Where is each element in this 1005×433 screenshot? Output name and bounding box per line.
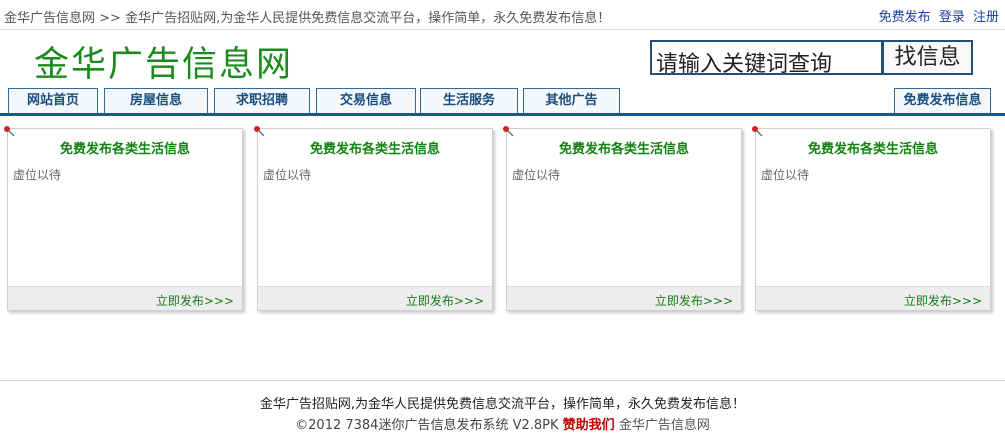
card-title: 免费发布各类生活信息 bbox=[807, 142, 938, 157]
card-body: 虚位以待 bbox=[263, 168, 312, 182]
footer-copyright: ©2012 7384迷你广告信息发布系统 V2.8PK 赞助我们 金华广告信息网 bbox=[0, 414, 1005, 433]
tab-other-ads[interactable]: 其他广告 bbox=[523, 88, 620, 114]
card-title: 免费发布各类生活信息 bbox=[309, 142, 440, 157]
footer-divider bbox=[0, 380, 1005, 381]
publish-now-link[interactable]: 立即发布>>> bbox=[904, 292, 982, 309]
tab-jobs[interactable]: 求职招聘 bbox=[214, 88, 310, 114]
card-footer: 立即发布>>> bbox=[8, 286, 242, 310]
tab-trade[interactable]: 交易信息 bbox=[316, 88, 416, 114]
nav-divider bbox=[0, 113, 1005, 116]
top-bar: 金华广告信息网 >> 金华广告招贴网,为金华人民提供免费信息交流平台，操作简单，… bbox=[0, 0, 1005, 30]
info-card: 免费发布各类生活信息 虚位以待 立即发布>>> bbox=[254, 126, 493, 311]
card-title: 免费发布各类生活信息 bbox=[59, 142, 190, 157]
sponsor-link[interactable]: 赞助我们 bbox=[563, 418, 615, 433]
account-links: 免费发布 登录 注册 bbox=[875, 6, 999, 25]
breadcrumb-home-link[interactable]: 金华广告信息网 bbox=[4, 11, 95, 26]
publish-now-link[interactable]: 立即发布>>> bbox=[655, 292, 733, 309]
breadcrumb: 金华广告信息网 >> 金华广告招贴网,为金华人民提供免费信息交流平台，操作简单，… bbox=[4, 7, 610, 26]
info-card: 免费发布各类生活信息 虚位以待 立即发布>>> bbox=[752, 126, 991, 311]
publish-now-link[interactable]: 立即发布>>> bbox=[156, 292, 234, 309]
search-input[interactable]: 请输入关键词查询 bbox=[650, 40, 883, 75]
info-card: 免费发布各类生活信息 虚位以待 立即发布>>> bbox=[4, 126, 243, 311]
copyright-text: ©2012 7384迷你广告信息发布系统 V2.8PK bbox=[295, 418, 559, 433]
pushpin-icon bbox=[752, 126, 763, 137]
publish-link[interactable]: 免费发布 bbox=[879, 10, 931, 25]
pushpin-icon bbox=[254, 126, 265, 137]
footer-description: 金华广告招贴网,为金华人民提供免费信息交流平台，操作简单，永久免费发布信息！ bbox=[259, 397, 746, 412]
tab-housing[interactable]: 房屋信息 bbox=[104, 88, 208, 114]
card-body: 虚位以待 bbox=[761, 168, 810, 182]
pushpin-icon bbox=[503, 126, 514, 137]
search-button[interactable]: 找信息 bbox=[883, 40, 973, 75]
site-logo[interactable]: 金华广告信息网 bbox=[34, 36, 293, 87]
pushpin-icon bbox=[4, 126, 15, 137]
login-link[interactable]: 登录 bbox=[939, 10, 965, 25]
tab-home[interactable]: 网站首页 bbox=[8, 88, 98, 114]
card-body: 虚位以待 bbox=[512, 168, 561, 182]
info-card: 免费发布各类生活信息 虚位以待 立即发布>>> bbox=[503, 126, 742, 311]
register-link[interactable]: 注册 bbox=[973, 10, 999, 25]
card-title: 免费发布各类生活信息 bbox=[558, 142, 689, 157]
publish-now-link[interactable]: 立即发布>>> bbox=[406, 292, 484, 309]
tab-life-services[interactable]: 生活服务 bbox=[420, 88, 518, 114]
card-footer: 立即发布>>> bbox=[756, 286, 990, 310]
tab-free-publish[interactable]: 免费发布信息 bbox=[894, 88, 991, 114]
card-footer: 立即发布>>> bbox=[507, 286, 741, 310]
card-body: 虚位以待 bbox=[13, 168, 62, 182]
footer-site-link[interactable]: 金华广告信息网 bbox=[619, 418, 710, 433]
breadcrumb-separator: >> bbox=[99, 11, 121, 26]
site-tagline: 金华广告招贴网,为金华人民提供免费信息交流平台，操作简单，永久免费发布信息！ bbox=[125, 11, 611, 26]
card-footer: 立即发布>>> bbox=[258, 286, 492, 310]
